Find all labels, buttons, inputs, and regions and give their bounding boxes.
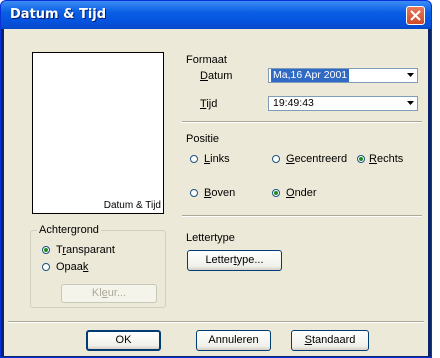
radio-dot [272,189,280,197]
radio-dot [272,155,280,163]
dialog-window: Datum & Tijd Datum & Tijd Formaat Datum … [0,0,432,358]
datum-label: Datum [200,70,233,82]
radio-dot [42,246,50,254]
chevron-down-icon [407,101,414,105]
lettertype-heading: Lettertype [186,232,235,244]
radio-dot [190,189,198,197]
preview-pane: Datum & Tijd [32,52,164,214]
radio-dot [190,155,198,163]
achtergrond-legend: Achtergrond [37,224,101,236]
close-button[interactable] [406,6,425,25]
preview-text: Datum & Tijd [103,200,161,211]
datum-value: Ma,16 Apr 2001 [271,69,350,82]
dialog-body: Datum & Tijd Formaat Datum Ma,16 Apr 200… [4,29,428,356]
close-icon [410,10,421,21]
tijd-dropdown-arrow[interactable] [404,97,417,110]
separator [8,321,424,323]
title-bar[interactable]: Datum & Tijd [1,1,431,29]
separator [182,215,422,217]
kleur-button[interactable]: Kleur... [61,284,157,303]
window-title: Datum & Tijd [10,7,107,22]
lettertype-button[interactable]: Lettertype... [187,250,282,271]
chevron-down-icon [407,73,414,77]
separator [182,121,422,123]
ok-button[interactable]: OK [86,330,161,351]
positie-heading: Positie [186,133,220,145]
datum-combobox[interactable]: Ma,16 Apr 2001 [268,68,418,83]
radio-dot [42,263,50,271]
tijd-combobox[interactable]: 19:49:43 [268,96,418,111]
datum-dropdown-arrow[interactable] [404,69,417,82]
tijd-label: Tijd [200,98,218,110]
formaat-heading: Formaat [186,54,227,66]
annuleren-button[interactable]: Annuleren [196,330,271,351]
achtergrond-group: Achtergrond Transparant Opaak Kleur... [30,224,166,308]
radio-dot [357,155,365,163]
standaard-button[interactable]: Standaard [291,330,369,351]
tijd-value: 19:49:43 [273,97,314,109]
